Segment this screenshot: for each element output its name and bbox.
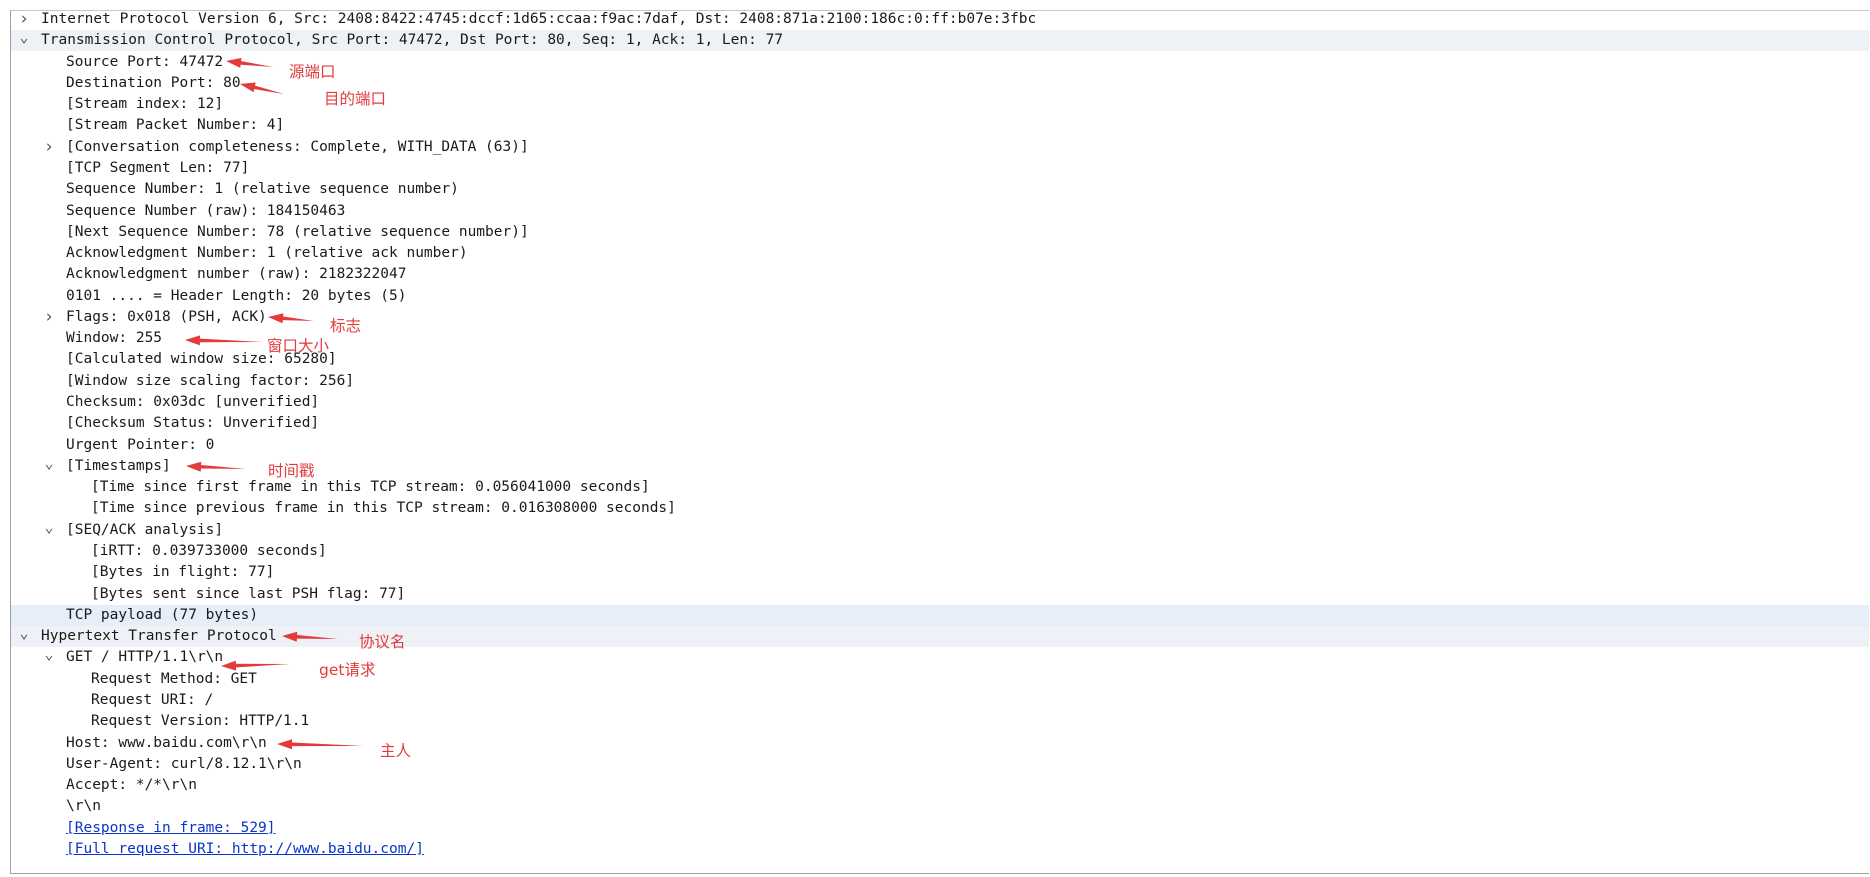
tree-row[interactable]: \r\n	[11, 796, 1869, 817]
chevron-right-icon[interactable]: ›	[17, 11, 31, 30]
tree-row[interactable]: Acknowledgment Number: 1 (relative ack n…	[11, 243, 1869, 264]
field-text: Request Method: GET	[91, 670, 257, 687]
field-text: [Stream Packet Number: 4]	[66, 117, 285, 134]
tree-row[interactable]: › [Conversation completeness: Complete, W…	[11, 137, 1869, 158]
field-text: Source Port: 47472	[66, 53, 224, 70]
field-text: Acknowledgment Number: 1 (relative ack n…	[66, 245, 468, 262]
field-text: [Timestamps]	[66, 457, 171, 474]
tree-row[interactable]: [Bytes in flight: 77]	[11, 562, 1869, 583]
tree-row[interactable]: Host: www.baidu.com\r\n	[11, 733, 1869, 754]
annotation-label: 标志	[330, 317, 362, 335]
tree-row[interactable]: [Time since previous frame in this TCP s…	[11, 498, 1869, 519]
tree-row[interactable]: User-Agent: curl/8.12.1\r\n	[11, 754, 1869, 775]
field-link[interactable]: [Response in frame: 529]	[66, 818, 276, 839]
tree-row[interactable]: Acknowledgment number (raw): 2182322047	[11, 264, 1869, 285]
field-text: [Conversation completeness: Complete, WI…	[66, 138, 529, 155]
tree-row[interactable]: ⌄ GET / HTTP/1.1\r\n	[11, 647, 1869, 668]
tree-row[interactable]: [Response in frame: 529]	[11, 818, 1869, 839]
field-text: Transmission Control Protocol, Src Port:…	[41, 32, 784, 49]
field-text: Internet Protocol Version 6, Src: 2408:8…	[41, 11, 1037, 27]
tree-row[interactable]: [Window size scaling factor: 256]	[11, 371, 1869, 392]
tree-row[interactable]: ⌄ [SEQ/ACK analysis]	[11, 519, 1869, 541]
tree-row[interactable]: › Flags: 0x018 (PSH, ACK)	[11, 307, 1869, 328]
tree-row[interactable]: ⌄ Hypertext Transfer Protocol	[11, 626, 1869, 648]
field-text: User-Agent: curl/8.12.1\r\n	[66, 755, 302, 772]
tree-row[interactable]: [Bytes sent since last PSH flag: 77]	[11, 584, 1869, 605]
tree-row[interactable]: [Stream Packet Number: 4]	[11, 115, 1869, 136]
tree-row[interactable]: Request Version: HTTP/1.1	[11, 711, 1869, 732]
tree-row[interactable]: › Internet Protocol Version 6, Src: 2408:…	[11, 11, 1869, 30]
tree-row[interactable]: Checksum: 0x03dc [unverified]	[11, 392, 1869, 413]
field-text: Window: 255	[66, 330, 163, 347]
field-text: Request Version: HTTP/1.1	[91, 713, 310, 730]
field-text: Flags: 0x018 (PSH, ACK)	[66, 308, 267, 325]
chevron-down-icon[interactable]: ⌄	[42, 455, 56, 477]
chevron-down-icon[interactable]: ⌄	[42, 647, 56, 668]
tree-row[interactable]: [Stream index: 12]	[11, 94, 1869, 115]
field-link[interactable]: [Full request URI: http://www.baidu.com/…	[66, 839, 424, 860]
tree-row[interactable]: Request Method: GET	[11, 669, 1869, 690]
field-text: Acknowledgment number (raw): 2182322047	[66, 266, 407, 283]
tree-row[interactable]: Sequence Number (raw): 184150463	[11, 201, 1869, 222]
field-text: 0101 .... = Header Length: 20 bytes (5)	[66, 287, 407, 304]
field-text: [Window size scaling factor: 256]	[66, 372, 355, 389]
annotation-label: 主人	[380, 742, 412, 760]
chevron-down-icon[interactable]: ⌄	[42, 519, 56, 541]
tree-row[interactable]: [Time since first frame in this TCP stre…	[11, 477, 1869, 498]
annotation-label: 源端口	[289, 63, 336, 81]
field-text: Destination Port: 80	[66, 74, 241, 91]
annotation-label: 目的端口	[324, 90, 387, 108]
chevron-right-icon[interactable]: ›	[42, 137, 56, 158]
tree-row[interactable]: ⌄ Transmission Control Protocol, Src Port…	[11, 30, 1869, 52]
field-text: [Stream index: 12]	[66, 96, 224, 113]
field-text: Sequence Number (raw): 184150463	[66, 202, 346, 219]
field-text: [iRTT: 0.039733000 seconds]	[91, 543, 327, 559]
tree-row[interactable]: [iRTT: 0.039733000 seconds]	[11, 541, 1869, 562]
tree-row[interactable]: TCP payload (77 bytes)	[11, 604, 1869, 627]
field-text: [Checksum Status: Unverified]	[66, 415, 320, 432]
field-text: GET / HTTP/1.1\r\n	[66, 649, 224, 666]
tree-row[interactable]: [Checksum Status: Unverified]	[11, 413, 1869, 434]
tree-row[interactable]: Request URI: /	[11, 690, 1869, 711]
field-text: Host: www.baidu.com\r\n	[66, 734, 267, 751]
field-text: [Time since first frame in this TCP stre…	[91, 479, 650, 496]
tree-row[interactable]: 0101 .... = Header Length: 20 bytes (5)	[11, 286, 1869, 307]
field-text: [Time since previous frame in this TCP s…	[91, 500, 676, 517]
field-text: Sequence Number: 1 (relative sequence nu…	[66, 181, 459, 198]
annotation-label: 时间戳	[268, 462, 315, 480]
field-text: [Next Sequence Number: 78 (relative sequ…	[66, 223, 529, 240]
annotation-label: 窗口大小	[267, 337, 330, 355]
field-text: [TCP Segment Len: 77]	[66, 159, 250, 176]
field-text: Checksum: 0x03dc [unverified]	[66, 394, 320, 411]
field-text: Request URI: /	[91, 691, 214, 708]
field-text: \r\n	[66, 798, 101, 815]
field-text: [Bytes in flight: 77]	[91, 564, 275, 581]
field-text: Hypertext Transfer Protocol	[41, 628, 277, 645]
tree-row[interactable]: Sequence Number: 1 (relative sequence nu…	[11, 179, 1869, 200]
chevron-right-icon[interactable]: ›	[42, 307, 56, 328]
field-text: [SEQ/ACK analysis]	[66, 521, 224, 538]
tree-row[interactable]: [Full request URI: http://www.baidu.com/…	[11, 839, 1869, 860]
annotation-label: get请求	[319, 661, 376, 679]
field-text: TCP payload (77 bytes)	[66, 606, 259, 623]
tree-row[interactable]: Urgent Pointer: 0	[11, 435, 1869, 456]
annotation-label: 协议名	[359, 633, 406, 651]
field-text: Accept: */*\r\n	[66, 777, 197, 794]
tree-row[interactable]: [Next Sequence Number: 78 (relative sequ…	[11, 222, 1869, 243]
field-text: Urgent Pointer: 0	[66, 436, 215, 453]
chevron-down-icon[interactable]: ⌄	[17, 30, 31, 51]
tree-row[interactable]: Accept: */*\r\n	[11, 775, 1869, 796]
tree-row[interactable]: [TCP Segment Len: 77]	[11, 158, 1869, 179]
chevron-down-icon[interactable]: ⌄	[17, 626, 31, 647]
field-text: [Bytes sent since last PSH flag: 77]	[91, 585, 406, 602]
packet-details-pane[interactable]: › Internet Protocol Version 6, Src: 2408:…	[10, 10, 1869, 874]
